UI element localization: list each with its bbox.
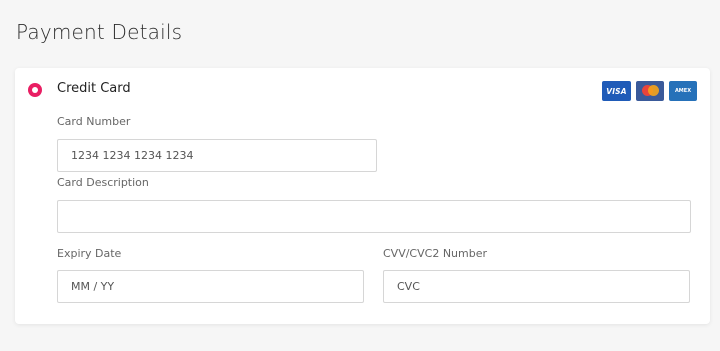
expiry-date-label: Expiry Date — [57, 247, 122, 260]
amex-logo-text: AMEX — [674, 88, 692, 94]
visa-logo-text: VISA — [606, 86, 627, 96]
payment-method-label[interactable]: Credit Card — [57, 81, 131, 96]
radio-selected-dot — [32, 87, 38, 93]
payment-method-card: Credit Card VISA AMEX Card Number Card D… — [15, 68, 710, 324]
mastercard-icon — [636, 81, 664, 101]
page-title: Payment Details — [16, 20, 183, 44]
mastercard-orange-circle — [648, 85, 659, 96]
card-description-input[interactable] — [57, 200, 691, 233]
cvv-input[interactable] — [383, 270, 690, 303]
credit-card-radio[interactable] — [28, 83, 42, 97]
card-description-label: Card Description — [57, 176, 149, 189]
cvv-label: CVV/CVC2 Number — [383, 247, 488, 260]
visa-icon: VISA — [602, 81, 631, 101]
card-number-label: Card Number — [57, 115, 131, 128]
card-number-input[interactable] — [57, 139, 377, 172]
expiry-date-input[interactable] — [57, 270, 364, 303]
amex-icon: AMEX — [669, 81, 697, 101]
